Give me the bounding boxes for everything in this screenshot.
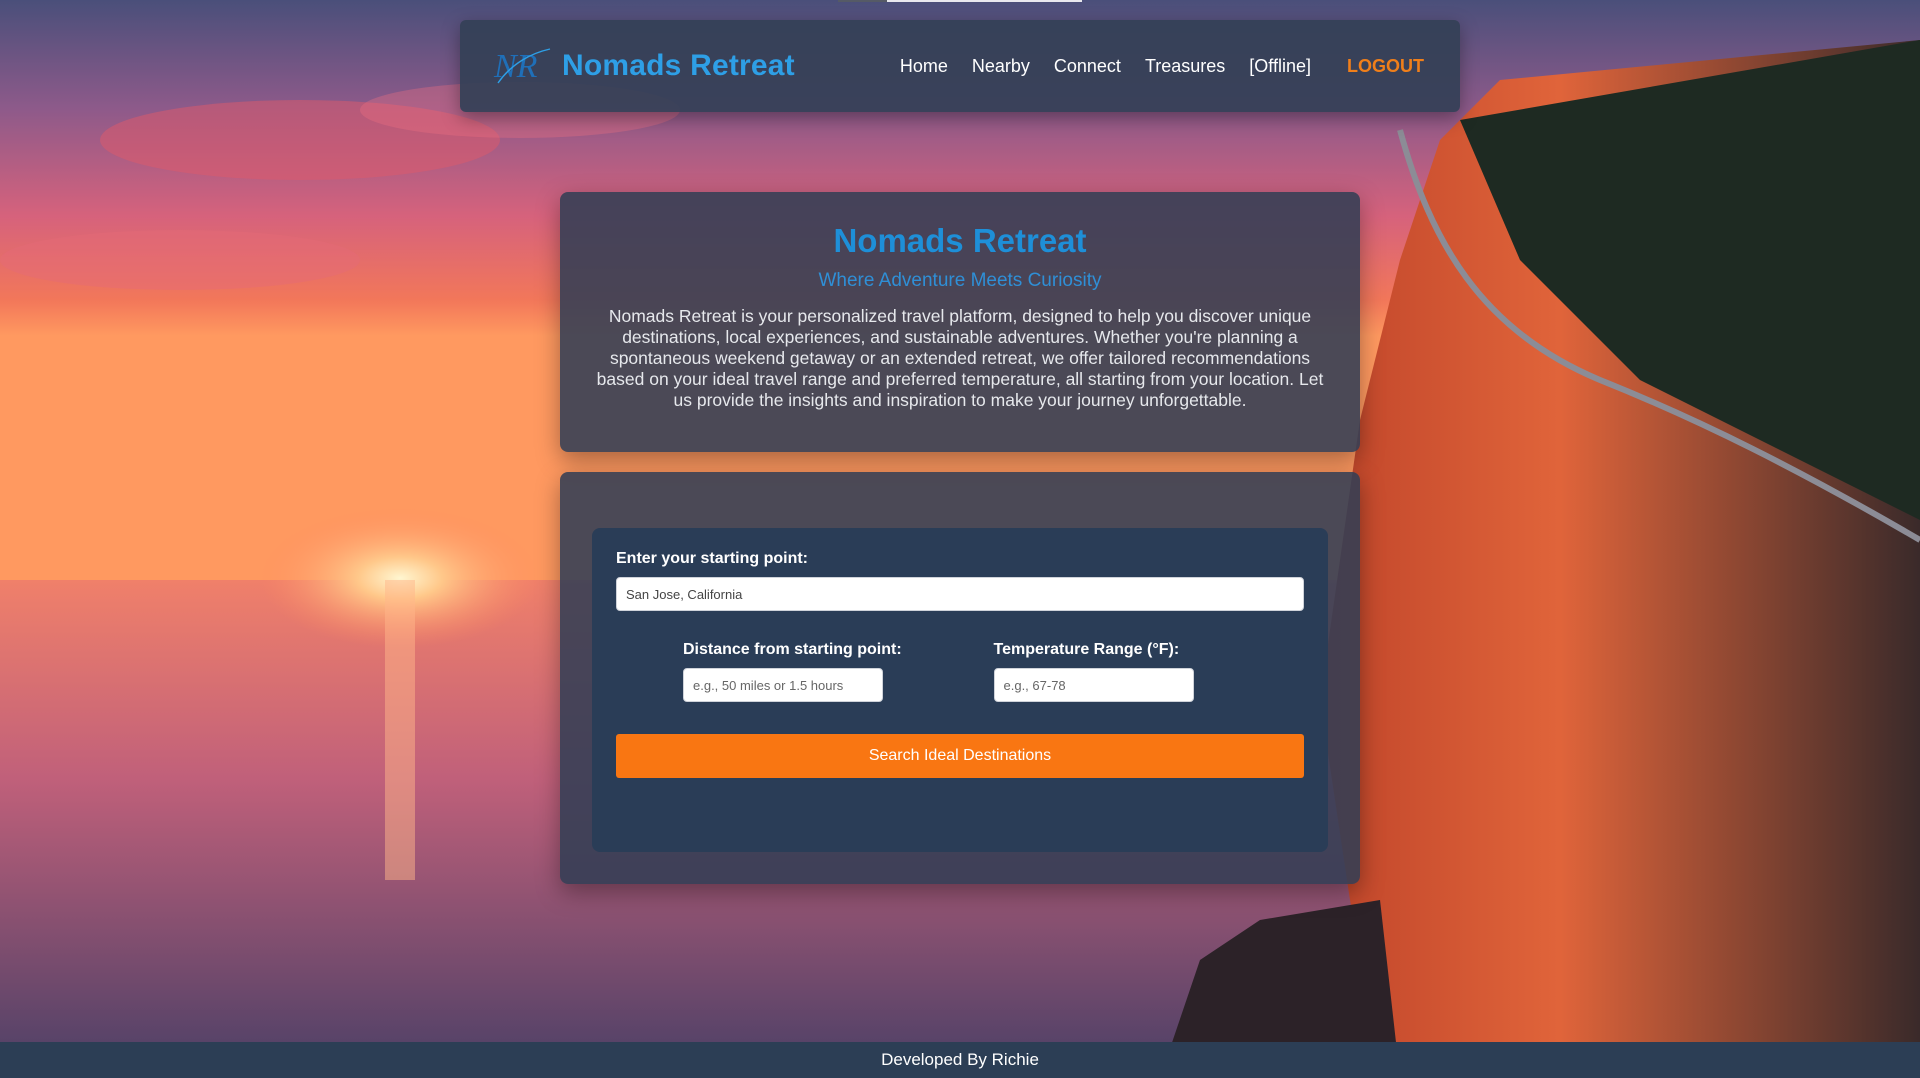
- start-label: Enter your starting point:: [616, 550, 808, 567]
- search-form: Enter your starting point: Distance from…: [592, 528, 1328, 852]
- start-input[interactable]: [616, 577, 1304, 611]
- footer: Developed By Richie: [0, 1042, 1920, 1078]
- nav-connect[interactable]: Connect: [1054, 56, 1121, 77]
- intro-title: Nomads Retreat: [833, 222, 1087, 259]
- top-edge-dark: [838, 0, 887, 2]
- navbar: NR Nomads Retreat Home Nearby Connect Tr…: [460, 20, 1460, 112]
- brand-name: Nomads Retreat: [562, 49, 795, 82]
- intro-subtitle: Where Adventure Meets Curiosity: [818, 270, 1102, 291]
- nav-treasures[interactable]: Treasures: [1145, 56, 1225, 77]
- footer-text: Developed By Richie: [881, 1050, 1039, 1069]
- search-card: Enter your starting point: Distance from…: [560, 472, 1360, 884]
- logo-text: NR: [493, 48, 538, 85]
- temperature-input[interactable]: [993, 668, 1194, 702]
- distance-label: Distance from starting point:: [683, 641, 902, 658]
- nav-nearby[interactable]: Nearby: [972, 56, 1030, 77]
- temperature-label: Temperature Range (°F):: [993, 641, 1180, 658]
- nav-links: Home Nearby Connect Treasures [Offline] …: [900, 56, 1424, 77]
- distance-group: Distance from starting point:: [683, 641, 994, 702]
- distance-input[interactable]: [683, 668, 883, 702]
- top-edge-light: [887, 0, 1082, 2]
- filters-row: Distance from starting point: Temperatur…: [616, 641, 1304, 702]
- brand[interactable]: NR Nomads Retreat: [492, 43, 795, 89]
- intro-description: Nomads Retreat is your personalized trav…: [596, 306, 1324, 410]
- nav-offline[interactable]: [Offline]: [1249, 56, 1311, 77]
- logo-icon: NR: [493, 48, 551, 85]
- search-button[interactable]: Search Ideal Destinations: [616, 734, 1304, 778]
- temperature-group: Temperature Range (°F):: [993, 641, 1305, 702]
- nav-home[interactable]: Home: [900, 56, 948, 77]
- intro-card: Nomads Retreat Where Adventure Meets Cur…: [560, 192, 1360, 452]
- logout-button[interactable]: LOGOUT: [1347, 56, 1424, 77]
